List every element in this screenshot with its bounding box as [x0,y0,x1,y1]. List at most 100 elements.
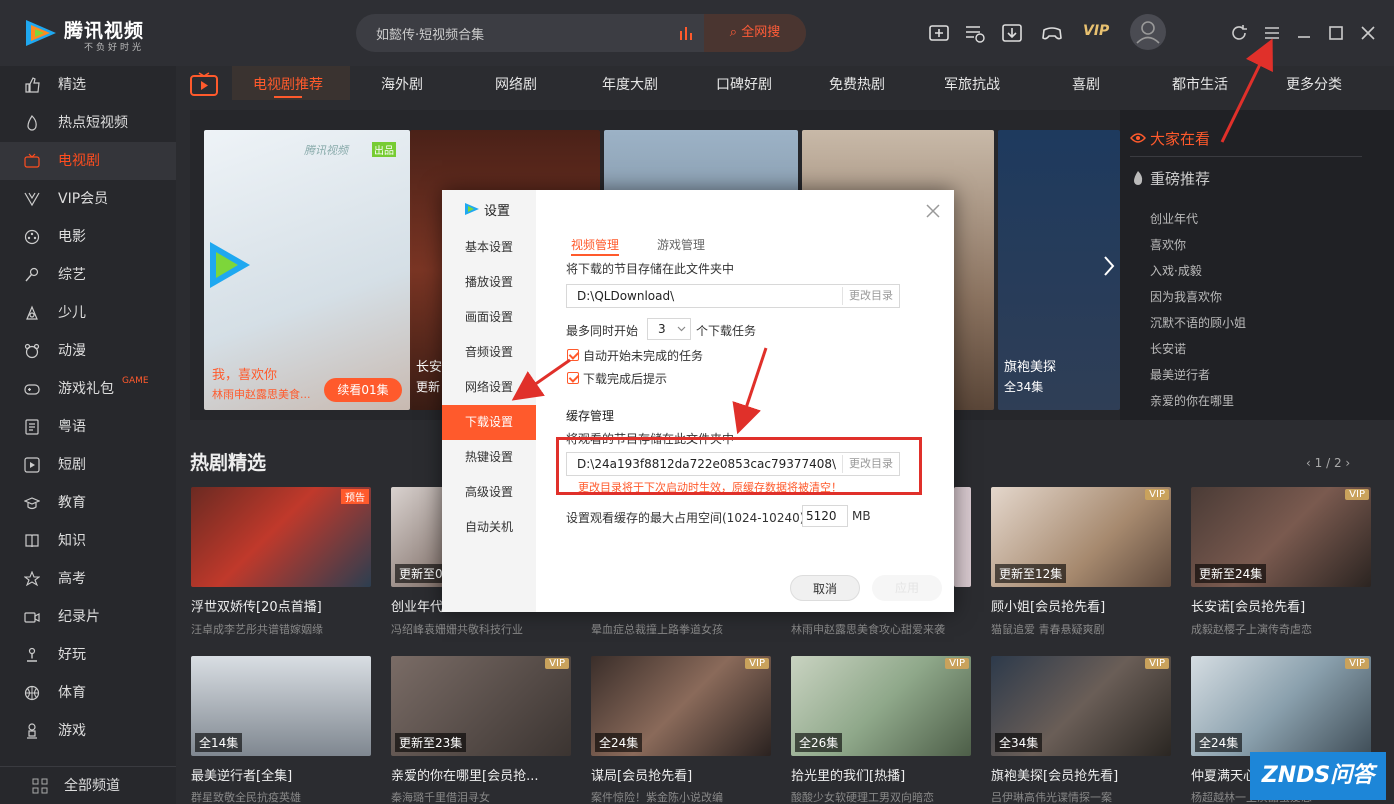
settings-menu-playback[interactable]: 播放设置 [442,265,536,300]
video-card[interactable]: VIP 全24集 [591,656,771,756]
video-card[interactable]: 预告 [191,487,371,587]
apply-button[interactable]: 应用 [872,575,942,601]
settings-menu-download[interactable]: 下载设置 [442,405,536,440]
video-title[interactable]: 长安诺[会员抢先看] [1191,596,1305,615]
playlist-icon[interactable] [964,22,986,44]
download-icon[interactable] [1001,22,1023,44]
settings-menu-network[interactable]: 网络设置 [442,370,536,405]
menu-icon[interactable] [1261,22,1283,44]
video-card[interactable]: VIP 更新至24集 [1191,487,1371,587]
trending-item[interactable]: 最美逆行者 [1150,366,1210,383]
tab-free[interactable]: 免费热剧 [829,74,885,94]
tab-comedy[interactable]: 喜剧 [1072,74,1100,94]
video-title[interactable]: 谋局[会员抢先看] [591,765,692,784]
recommend-heading[interactable]: 重磅推荐 [1150,168,1210,189]
video-title[interactable]: 浮世双娇传[20点首播] [191,596,322,615]
add-video-icon[interactable] [928,22,950,44]
search-input[interactable]: 如懿传·短视频合集 [376,24,484,43]
settings-menu-basic[interactable]: 基本设置 [442,230,536,265]
trending-item[interactable]: 沉默不语的顾小姐 [1150,314,1246,331]
video-card[interactable]: VIP 全26集 [791,656,971,756]
sidebar-item-games[interactable]: 游戏 [0,712,176,750]
tab-video-management[interactable]: 视频管理 [571,236,619,253]
sidebar-item-kids[interactable]: 少儿 [0,294,176,332]
sidebar-item-short-video[interactable]: 热点短视频 [0,104,176,142]
video-title[interactable]: 仲夏满天心 [1191,765,1256,784]
sidebar-item-vip[interactable]: VIP会员 [0,180,176,218]
cancel-button[interactable]: 取消 [790,575,860,601]
settings-menu-auto-shutdown[interactable]: 自动关机 [442,510,536,545]
sidebar-item-education[interactable]: 教育 [0,484,176,522]
change-download-dir-button[interactable]: 更改目录 [842,287,899,305]
sidebar-item-sports[interactable]: 体育 [0,674,176,712]
sidebar-item-movie[interactable]: 电影 [0,218,176,256]
sidebar-item-knowledge[interactable]: 知识 [0,522,176,560]
sidebar-item-fun[interactable]: 好玩 [0,636,176,674]
close-icon[interactable] [926,204,940,218]
video-card[interactable]: VIP 更新至23集 [391,656,571,756]
featured-poster[interactable]: 腾讯视频 出品 我，喜欢你 林雨申赵露思美食... 续看01集 [204,130,410,410]
max-tasks-select[interactable]: 3 [647,318,691,340]
game-tag: GAME [122,376,149,386]
sidebar-item-cantonese[interactable]: 粤语 [0,408,176,446]
continue-watching-button[interactable]: 续看01集 [324,378,402,402]
sidebar-item-gaokao[interactable]: 高考 [0,560,176,598]
video-title[interactable]: 最美逆行者[全集] [191,765,292,784]
trending-item[interactable]: 因为我喜欢你 [1150,288,1222,305]
video-title[interactable]: 顾小姐[会员抢先看] [991,596,1105,615]
maximize-icon[interactable] [1325,22,1347,44]
all-channels-button[interactable]: 全部频道 [0,766,176,804]
trending-item[interactable]: 入戏·成毅 [1150,262,1202,279]
settings-menu-display[interactable]: 画面设置 [442,300,536,335]
sidebar-item-featured[interactable]: 精选 [0,66,176,104]
carousel-next-icon[interactable] [1102,254,1116,278]
sidebar-item-tv-series[interactable]: 电视剧 [0,142,176,180]
tab-web-series[interactable]: 网络剧 [495,74,537,94]
trending-item[interactable]: 长安诺 [1150,340,1186,357]
gamepad-icon[interactable] [1041,22,1063,44]
trending-item[interactable]: 喜欢你 [1150,236,1186,253]
tab-overseas[interactable]: 海外剧 [381,74,423,94]
settings-menu-advanced[interactable]: 高级设置 [442,475,536,510]
auto-start-checkbox[interactable] [567,349,579,361]
tab-top-rated[interactable]: 口碑好剧 [716,74,772,94]
tab-annual-drama[interactable]: 年度大剧 [602,74,658,94]
next-page-icon[interactable]: › [1345,456,1350,470]
minimize-icon[interactable] [1293,22,1315,44]
watching-heading[interactable]: 大家在看 [1150,128,1210,149]
refresh-icon[interactable] [1228,22,1250,44]
vip-button[interactable]: VIP [1083,23,1109,39]
tab-urban[interactable]: 都市生活 [1172,74,1228,94]
tab-game-management[interactable]: 游戏管理 [657,236,705,253]
sidebar-item-game-gift[interactable]: 游戏礼包 GAME [0,370,176,408]
video-card[interactable]: 全14集 [191,656,371,756]
video-title[interactable]: 创业年代 [391,596,443,615]
sidebar-item-variety[interactable]: 综艺 [0,256,176,294]
tab-tv-recommend[interactable]: 电视剧推荐 [253,74,323,94]
video-title[interactable]: 亲爱的你在哪里[会员抢... [391,765,538,784]
user-avatar[interactable] [1130,14,1166,50]
settings-menu-hotkeys[interactable]: 热键设置 [442,440,536,475]
close-icon[interactable] [1357,22,1379,44]
download-complete-checkbox[interactable] [567,372,579,384]
trending-item[interactable]: 创业年代 [1150,210,1198,227]
video-card[interactable]: VIP 全34集 [991,656,1171,756]
video-card[interactable]: VIP 更新至12集 [991,487,1171,587]
video-card[interactable]: VIP 全24集 [1191,656,1371,756]
trending-item[interactable]: 亲爱的你在哪里 [1150,392,1234,409]
settings-menu-audio[interactable]: 音频设置 [442,335,536,370]
download-path-field[interactable]: D:\QLDownload\ 更改目录 [566,284,900,308]
tab-military[interactable]: 军旅抗战 [944,74,1000,94]
sidebar-item-anime[interactable]: 动漫 [0,332,176,370]
app-logo[interactable]: 腾讯视频 不负好时光 [22,14,172,54]
prev-page-icon[interactable]: ‹ [1306,456,1311,470]
search-bar[interactable]: 如懿传·短视频合集 ⌕ 全网搜 [356,14,806,52]
trending-bars-icon[interactable] [678,25,694,41]
video-title[interactable]: 旗袍美探[会员抢先看] [991,765,1118,784]
cache-size-input[interactable]: 5120 [802,505,848,527]
video-title[interactable]: 拾光里的我们[热播] [791,765,905,784]
search-button[interactable]: ⌕ 全网搜 [704,14,806,52]
tab-more[interactable]: 更多分类 [1286,74,1342,94]
sidebar-item-documentary[interactable]: 纪录片 [0,598,176,636]
sidebar-item-short-drama[interactable]: 短剧 [0,446,176,484]
